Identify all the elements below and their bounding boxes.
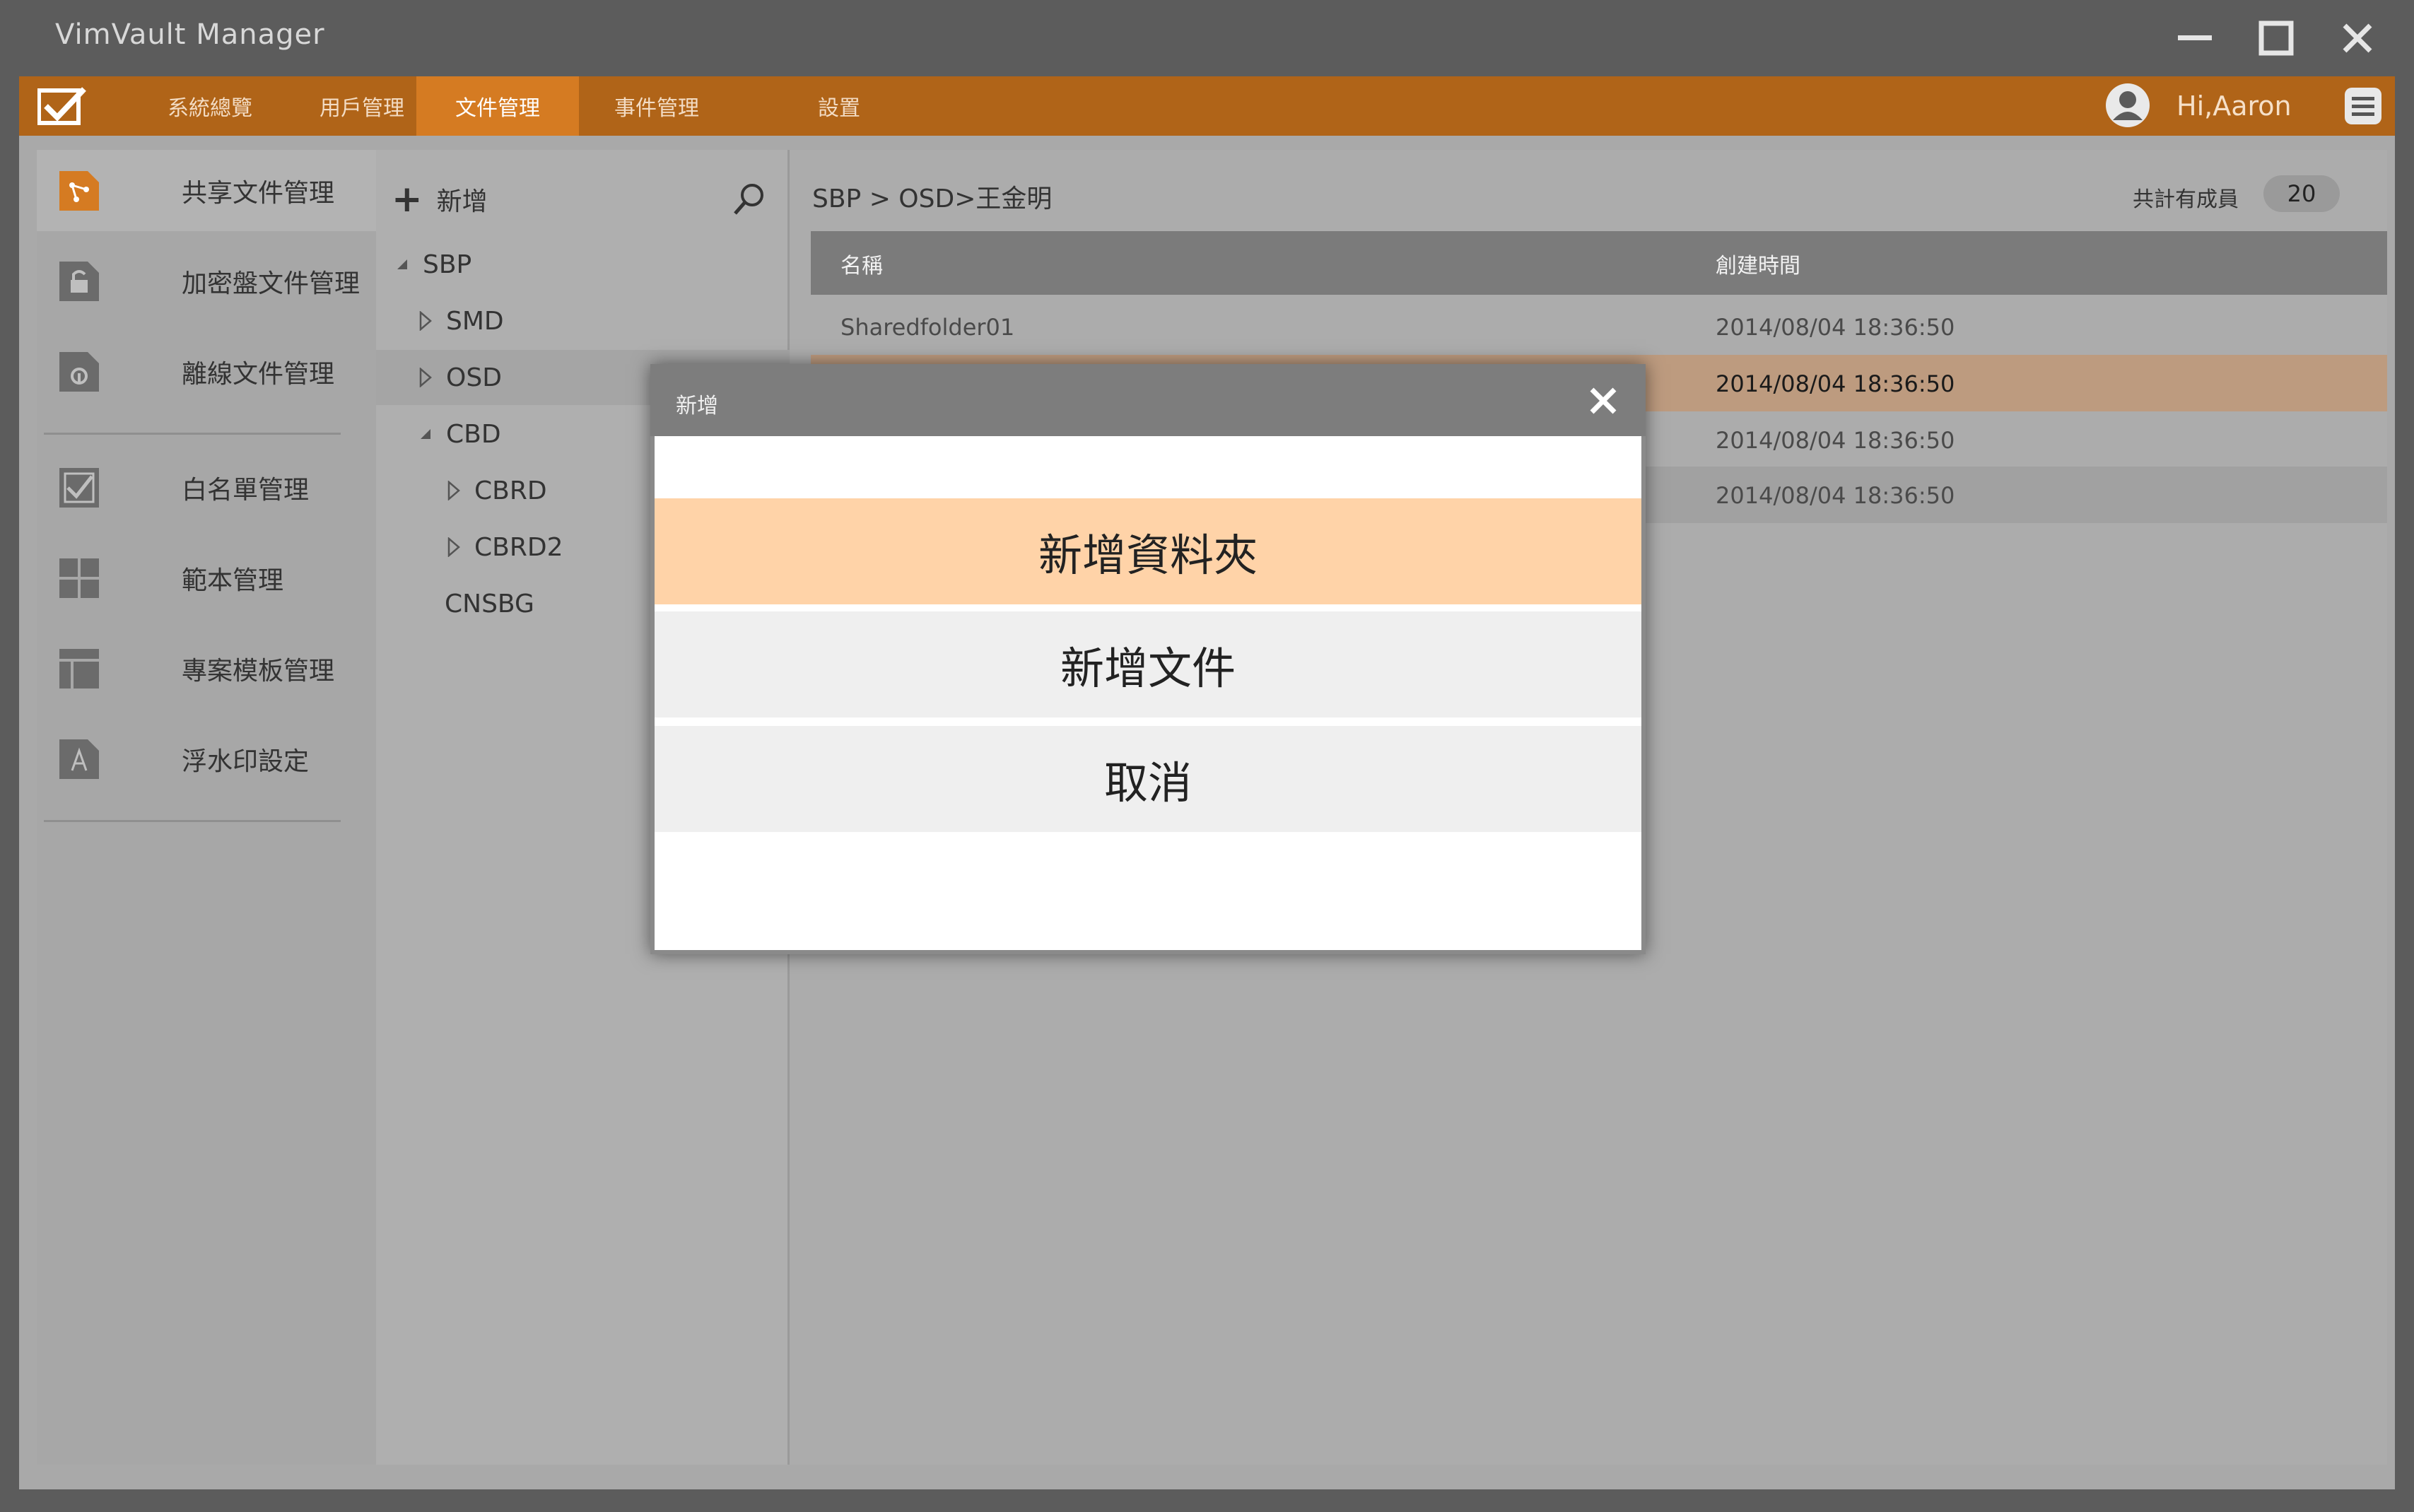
new-file-button[interactable]: 新增文件 xyxy=(655,611,1641,717)
tree-node-label: SMD xyxy=(446,306,504,336)
add-button-label: 新增 xyxy=(436,187,488,216)
tree-node-label: CNSBG xyxy=(445,589,534,619)
collapsed-arrow-icon xyxy=(415,311,436,331)
row-name: Sharedfolder01 xyxy=(840,314,1015,341)
minimize-icon xyxy=(2178,35,2212,40)
table-header: 名稱 創建時間 xyxy=(811,231,2387,295)
tree-node-label: SBP xyxy=(423,250,472,279)
tree-node-label: CBD xyxy=(446,419,501,449)
breadcrumb: SBP > OSD>王金明 xyxy=(812,184,1053,213)
maximize-button[interactable] xyxy=(2244,13,2308,64)
column-header-created[interactable]: 創建時間 xyxy=(1716,248,1800,279)
tree-node-label: CBRD2 xyxy=(474,532,563,562)
grid-icon xyxy=(57,556,102,601)
sidebar-item-label: 專案模板管理 xyxy=(182,656,335,686)
search-button[interactable] xyxy=(730,180,769,219)
row-created: 2014/08/04 18:36:50 xyxy=(1716,482,1955,509)
add-button[interactable]: + 新增 xyxy=(392,178,488,221)
user-area[interactable]: Hi,Aaron xyxy=(2087,76,2334,136)
sidebar-item-project-templates[interactable]: 專案模板管理 xyxy=(37,628,390,709)
title-bar: VimVault Manager xyxy=(0,0,2414,76)
app-title: VimVault Manager xyxy=(55,18,325,51)
sidebar-item-watermark[interactable]: 浮水印設定 xyxy=(37,718,390,799)
row-created: 2014/08/04 18:36:50 xyxy=(1716,370,1955,397)
minimize-button[interactable] xyxy=(2163,13,2227,64)
sidebar-item-label: 浮水印設定 xyxy=(182,746,310,776)
avatar-icon xyxy=(2106,83,2150,127)
sidebar-item-label: 離線文件管理 xyxy=(182,359,335,389)
close-icon xyxy=(1590,387,1617,414)
new-folder-button[interactable]: 新增資料夾 xyxy=(655,498,1641,604)
sidebar-divider xyxy=(44,820,341,822)
dialog-header: 新增 xyxy=(650,364,1646,436)
tab-system-overview[interactable]: 系統總覽 xyxy=(132,76,288,136)
logo xyxy=(37,86,87,126)
row-created: 2014/08/04 18:36:50 xyxy=(1716,427,1955,454)
user-greeting: Hi,Aaron xyxy=(2176,90,2292,122)
tab-user-management[interactable]: 用戶管理 xyxy=(288,76,436,136)
row-created: 2014/08/04 18:36:50 xyxy=(1716,314,1955,341)
member-count-badge: 20 xyxy=(2263,175,2340,212)
tab-file-management[interactable]: 文件管理 xyxy=(416,76,579,136)
expanded-arrow-icon xyxy=(392,258,413,271)
sidebar-divider xyxy=(44,433,341,435)
collapsed-arrow-icon xyxy=(443,537,464,557)
column-header-name[interactable]: 名稱 xyxy=(840,248,883,279)
main-menu-button[interactable] xyxy=(2331,76,2395,136)
sidebar-item-shared-files[interactable]: 共享文件管理 xyxy=(37,150,390,231)
sidebar-item-label: 白名單管理 xyxy=(182,475,310,505)
tab-event-management[interactable]: 事件管理 xyxy=(579,76,734,136)
member-count-label: 共計有成員 xyxy=(2133,187,2239,212)
close-window-button[interactable] xyxy=(2326,13,2389,64)
add-dialog: 新增 新增資料夾 新增文件 取消 xyxy=(650,364,1646,954)
hamburger-menu-icon xyxy=(2344,88,2381,124)
sidebar: 共享文件管理 加密盤文件管理 離線文件管理 白名單管理 範本管理 專案模板管理 … xyxy=(37,150,390,1465)
sidebar-item-label: 加密盤文件管理 xyxy=(182,269,361,298)
lock-icon xyxy=(57,259,102,304)
dialog-title: 新增 xyxy=(676,394,718,418)
sidebar-item-offline-files[interactable]: 離線文件管理 xyxy=(37,331,390,412)
cancel-button[interactable]: 取消 xyxy=(655,726,1641,832)
plus-icon: + xyxy=(392,178,423,221)
offline-icon xyxy=(57,349,102,394)
maximize-icon xyxy=(2258,20,2294,56)
sidebar-item-label: 共享文件管理 xyxy=(182,178,335,208)
app-window: VimVault Manager 系統總覽 用戶管理 文件管理 事件管理 設置 xyxy=(0,0,2414,1512)
dialog-close-button[interactable] xyxy=(1583,381,1623,421)
tree-node-smd[interactable]: SMD xyxy=(376,293,790,348)
tab-settings[interactable]: 設置 xyxy=(761,76,917,136)
share-icon xyxy=(57,168,102,213)
watermark-icon xyxy=(57,737,102,782)
top-navigation: 系統總覽 用戶管理 文件管理 事件管理 設置 Hi,Aaron xyxy=(19,76,2395,136)
table-row[interactable]: Sharedfolder01 2014/08/04 18:36:50 xyxy=(811,298,2387,355)
collapsed-arrow-icon xyxy=(415,368,436,387)
sidebar-item-templates[interactable]: 範本管理 xyxy=(37,537,390,619)
tree-node-sbp[interactable]: SBP xyxy=(376,237,790,292)
tree-node-label: OSD xyxy=(446,363,502,392)
layout-icon xyxy=(57,646,102,691)
collapsed-arrow-icon xyxy=(443,481,464,500)
expanded-arrow-icon xyxy=(415,428,436,440)
checkbox-icon xyxy=(57,465,102,510)
sidebar-item-whitelist[interactable]: 白名單管理 xyxy=(37,447,390,528)
close-icon xyxy=(2343,23,2372,53)
tree-node-label: CBRD xyxy=(474,476,547,505)
sidebar-item-label: 範本管理 xyxy=(182,565,284,595)
search-icon xyxy=(734,184,763,215)
sidebar-item-encrypted-disk[interactable]: 加密盤文件管理 xyxy=(37,240,390,322)
check-logo-icon xyxy=(37,87,86,125)
